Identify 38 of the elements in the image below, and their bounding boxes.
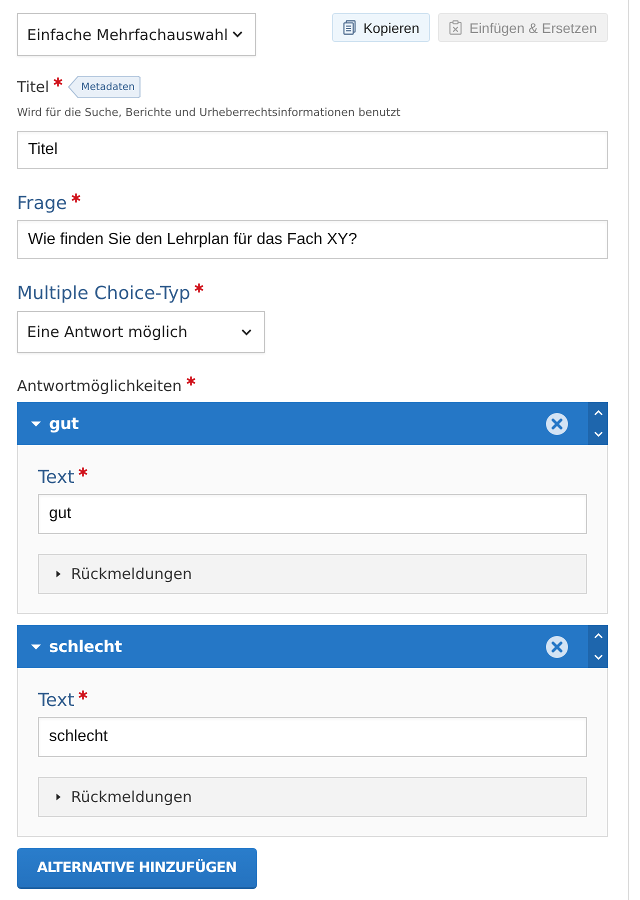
move-up-button[interactable] xyxy=(588,402,608,424)
chevron-down-icon xyxy=(594,654,602,660)
add-alternative-button[interactable]: ALTERNATIVE HINZUFÜGEN xyxy=(17,848,256,889)
title-description: Wird für die Suche, Berichte und Urheberrechtsinformationen benutzt xyxy=(17,106,400,120)
choice-type-label: Multiple Choice-Typ xyxy=(17,282,190,306)
choice-type-dropdown[interactable]: Eine Antwort möglich xyxy=(17,311,265,353)
feedback-toggle[interactable]: Rückmeldungen xyxy=(38,777,587,817)
answer-text-input[interactable]: gut xyxy=(38,494,587,534)
answer-text-input[interactable]: schlecht xyxy=(38,717,587,757)
answers-label: Antwortmöglichkeiten xyxy=(17,376,182,397)
remove-icon[interactable] xyxy=(546,636,568,658)
question-label: Frage xyxy=(17,192,67,216)
copy-icon xyxy=(343,20,356,35)
feedback-toggle[interactable]: Rückmeldungen xyxy=(38,554,587,594)
caret-icon[interactable] xyxy=(31,418,41,428)
copy-button[interactable]: Kopieren xyxy=(332,13,430,42)
move-up-button[interactable] xyxy=(588,625,608,646)
title-label: Titel xyxy=(17,77,50,98)
remove-icon[interactable] xyxy=(546,412,568,434)
chevron-down-icon xyxy=(241,328,252,336)
answer-header[interactable]: gut xyxy=(17,402,608,445)
chevron-up-icon xyxy=(594,410,602,416)
question-input[interactable]: Wie finden Sie den Lehrplan für das Fach XY? xyxy=(17,220,608,259)
clipboard-x-icon xyxy=(449,20,462,35)
text-label: Text xyxy=(38,466,74,490)
content-type-dropdown[interactable]: Einfache Mehrfachauswahl xyxy=(17,13,256,56)
text-label: Text xyxy=(38,689,74,713)
answer-header[interactable]: schlecht xyxy=(17,625,608,668)
move-down-button[interactable] xyxy=(588,646,608,668)
metadata-tag[interactable]: Metadaten xyxy=(68,76,141,98)
answer-title: schlecht xyxy=(49,637,123,656)
answer-title: gut xyxy=(49,414,80,433)
chevron-down-icon xyxy=(232,31,243,38)
chevron-up-icon xyxy=(594,632,602,639)
chevron-down-icon xyxy=(594,431,602,438)
title-input[interactable]: Titel xyxy=(17,131,608,169)
move-down-button[interactable] xyxy=(588,424,608,445)
caret-icon[interactable] xyxy=(31,642,41,652)
